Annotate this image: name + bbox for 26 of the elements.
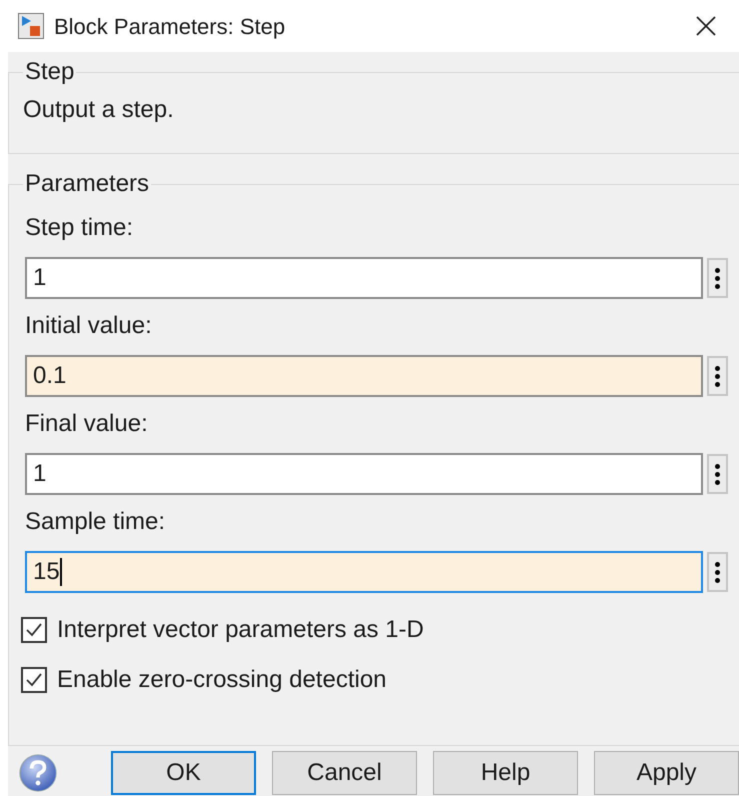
- field-label: Initial value:: [25, 311, 153, 341]
- more-button[interactable]: [707, 258, 728, 298]
- more-button[interactable]: [707, 356, 728, 396]
- checkbox[interactable]: [21, 617, 47, 643]
- dialog-button[interactable]: Help: [433, 751, 578, 795]
- window-title: Block Parameters: Step: [54, 12, 286, 41]
- checkbox[interactable]: [21, 667, 47, 693]
- checkbox-label: Interpret vector parameters as 1-D: [57, 615, 424, 645]
- dialog-button[interactable]: OK: [111, 751, 256, 795]
- close-icon[interactable]: [695, 15, 717, 37]
- checkbox-label: Enable zero-crossing detection: [57, 665, 387, 695]
- more-button[interactable]: [707, 552, 728, 592]
- more-button[interactable]: [707, 454, 728, 494]
- input-field[interactable]: 1: [25, 453, 703, 495]
- field-label: Final value:: [25, 409, 149, 439]
- field-label: Step time:: [25, 213, 134, 243]
- input-field[interactable]: 1: [25, 257, 703, 299]
- field-label: Sample time:: [25, 507, 166, 537]
- dialog-button[interactable]: Cancel: [272, 751, 417, 795]
- check-icon: [25, 621, 43, 639]
- description-text: Output a step.: [22, 95, 175, 125]
- input-field[interactable]: 0.1: [25, 355, 703, 397]
- block-icon: [18, 13, 44, 39]
- dialog-button[interactable]: Apply: [594, 751, 739, 795]
- input-field[interactable]: 15: [25, 551, 703, 593]
- check-icon: [25, 671, 43, 689]
